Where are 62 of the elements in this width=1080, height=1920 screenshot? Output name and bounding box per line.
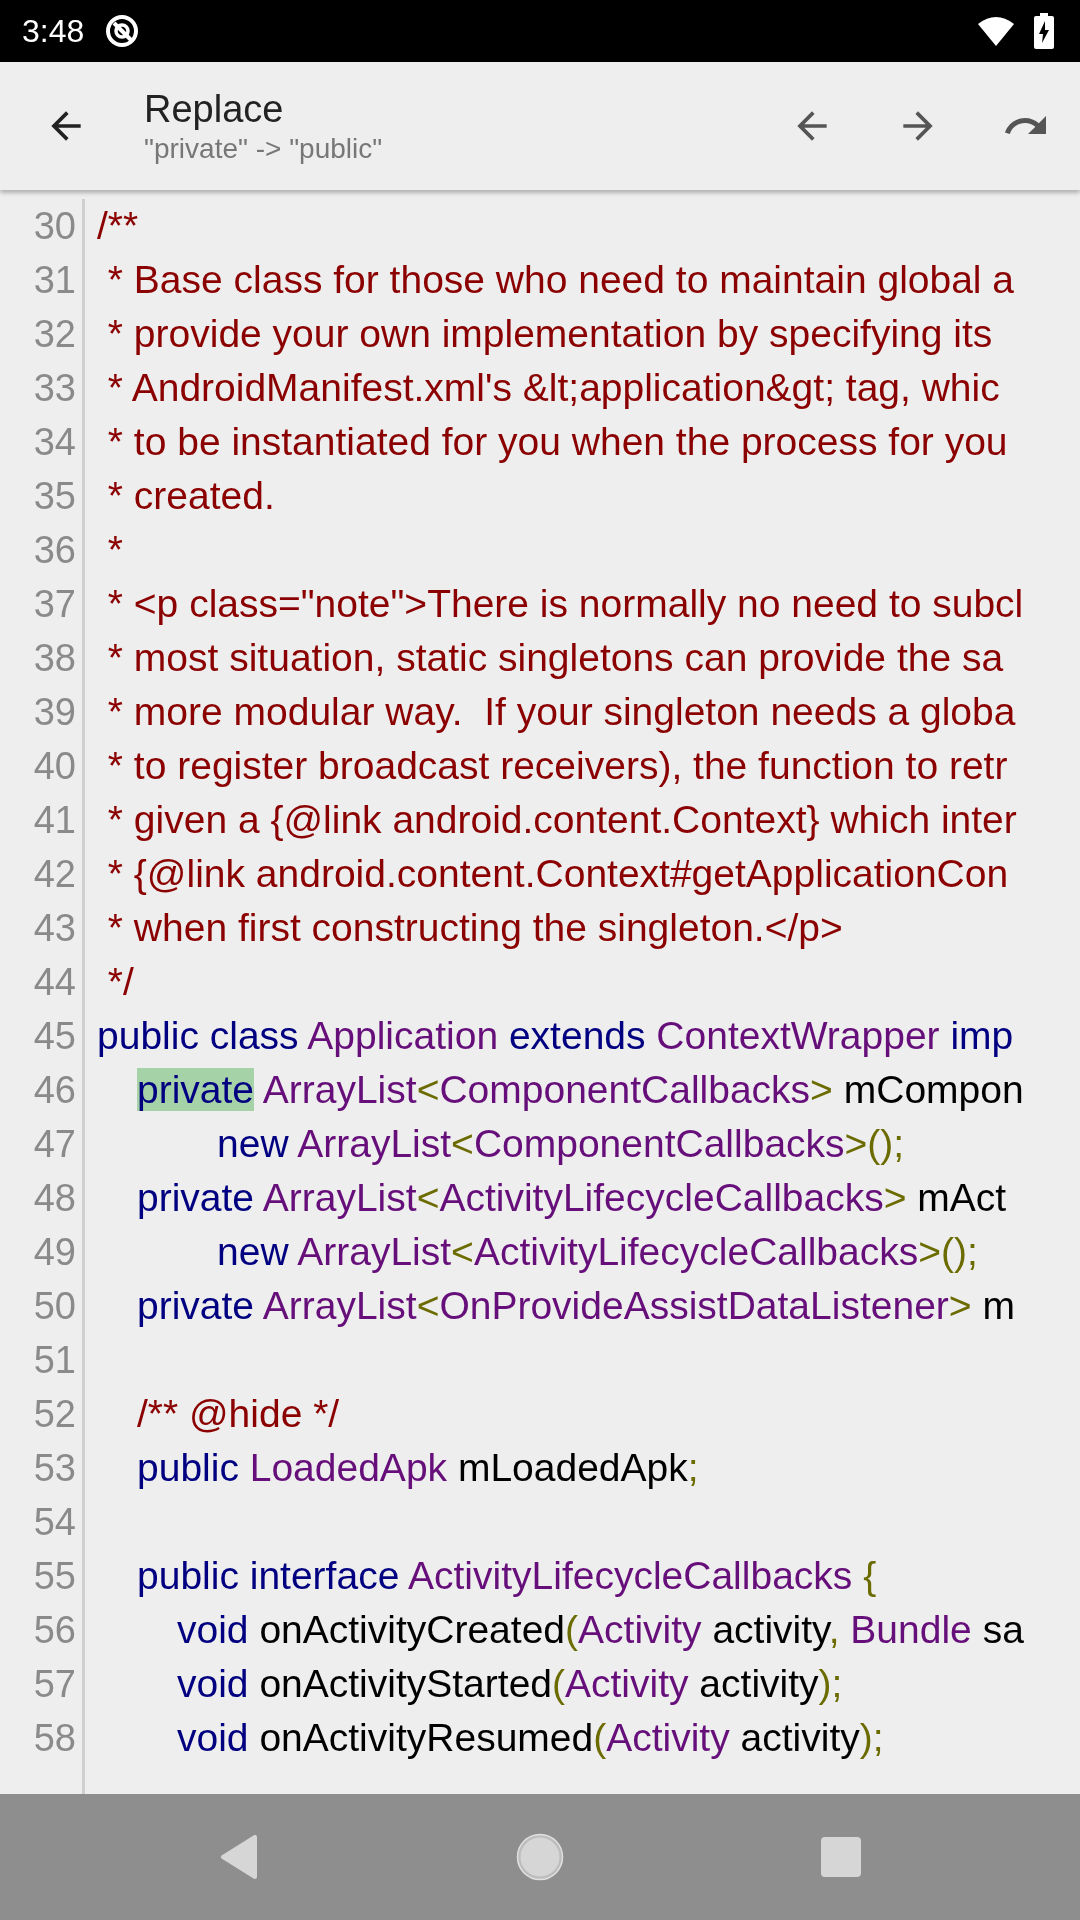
code-line: new ArrayList<ComponentCallbacks>(); [216, 1121, 905, 1167]
notification-icon [104, 13, 141, 49]
line-number: 40 [32, 744, 76, 789]
line-number: 55 [32, 1554, 76, 1599]
code-line: * [106, 527, 123, 573]
line-number: 56 [32, 1608, 76, 1653]
battery-icon [1034, 13, 1054, 49]
code-line: * given a {@link android.content.Context} which inter [106, 797, 1017, 843]
code-line: void onActivityStarted(Activity activity); [176, 1661, 843, 1707]
line-number: 36 [32, 528, 76, 573]
code-line: * provide your own implementation by specifying its [106, 311, 993, 357]
line-number: 58 [32, 1716, 76, 1761]
line-number: 38 [32, 636, 76, 681]
line-number: 52 [32, 1392, 76, 1437]
line-number: 44 [32, 960, 76, 1005]
status-time: 3:48 [22, 12, 85, 50]
line-number: 45 [32, 1014, 76, 1059]
line-number: 37 [32, 582, 76, 627]
toolbar-subtitle: "private" -> "public" [144, 132, 384, 165]
line-number: 35 [32, 474, 76, 519]
code-line: public interface ActivityLifecycleCallbacks { [136, 1553, 877, 1599]
line-number: 32 [32, 312, 76, 357]
line-number: 51 [32, 1338, 76, 1383]
line-number: 42 [32, 852, 76, 897]
code-line: private ArrayList<OnProvideAssistDataListener> m [136, 1283, 1015, 1329]
code-line: * Base class for those who need to maintain global a [106, 257, 1015, 303]
code-line: */ [106, 959, 134, 1005]
line-number: 30 [32, 204, 76, 249]
line-number: 57 [32, 1662, 76, 1707]
line-number: 49 [32, 1230, 76, 1275]
code-line: * more modular way. If your singleton needs a globa [106, 689, 1016, 735]
code-line: * AndroidManifest.xml's &lt;application&gt; tag, whic [106, 365, 1000, 411]
line-number: 47 [32, 1122, 76, 1167]
line-number: 53 [32, 1446, 76, 1491]
line-number: 54 [32, 1500, 76, 1545]
code-line: * most situation, static singletons can provide the sa [106, 635, 1004, 681]
toolbar-title: Replace [144, 87, 285, 131]
line-number: 41 [32, 798, 76, 843]
code-line: private ArrayList<ComponentCallbacks> mCompon [136, 1067, 1024, 1113]
code-line: /** [97, 203, 139, 249]
code-line: /** @hide */ [136, 1391, 340, 1437]
code-line: public class Application extends ContextWrapper imp [97, 1013, 1014, 1059]
line-number: 50 [32, 1284, 76, 1329]
line-number: 39 [32, 690, 76, 735]
code-line: * {@link android.content.Context#getApplicationCon [106, 851, 1009, 897]
line-number: 33 [32, 366, 76, 411]
wifi-icon [978, 16, 1014, 46]
code-line: * created. [106, 473, 275, 519]
line-number: 43 [32, 906, 76, 951]
code-line: * when first constructing the singleton.</p> [106, 905, 843, 951]
code-line: * to register broadcast receivers), the function to retr [106, 743, 1008, 789]
code-line: new ArrayList<ActivityLifecycleCallbacks>(); [216, 1229, 978, 1275]
line-number: 48 [32, 1176, 76, 1221]
code-line: void onActivityCreated(Activity activity, Bundle sa [176, 1607, 1024, 1653]
code-line: public LoadedApk mLoadedApk; [136, 1445, 699, 1491]
line-number: 34 [32, 420, 76, 465]
code-line: * to be instantiated for you when the process for you [106, 419, 1008, 465]
code-line: void onActivityResumed(Activity activity); [176, 1715, 884, 1761]
code-line: * <p class="note">There is normally no need to subcl [106, 581, 1024, 627]
line-number: 46 [32, 1068, 76, 1113]
line-number: 31 [32, 258, 76, 303]
code-line: private ArrayList<ActivityLifecycleCallbacks> mAct [136, 1175, 1007, 1221]
